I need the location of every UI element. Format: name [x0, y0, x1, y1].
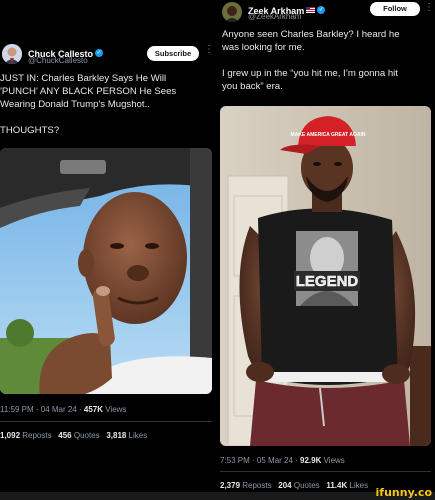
divider	[0, 421, 212, 422]
barkley-photo[interactable]	[0, 148, 212, 394]
quotes-stat[interactable]: 456 Quotes	[58, 431, 99, 440]
ifunny-watermark: ifunny.co	[375, 486, 432, 499]
hat-slogan-text: MAKE AMERICA GREAT AGAIN	[291, 132, 366, 138]
left-post: Chuck Callesto ✓ @ChuckCallesto Subscribe…	[0, 0, 218, 500]
verified-badge-icon: ✓	[95, 48, 104, 57]
shirt-legend-text: LEGEND	[296, 273, 359, 290]
tweet-text-line: THOUGHTS?	[0, 125, 60, 136]
follow-button[interactable]: Follow	[370, 2, 420, 16]
us-flag-icon	[306, 6, 316, 13]
tweet-text-line: JUST IN: Charles Barkley Says He Will	[0, 73, 167, 84]
views-label: Views	[321, 456, 345, 465]
tweet-text-line: I grew up in the “you hit me, I’m gonna …	[222, 68, 398, 79]
post-timestamp[interactable]: 11:59 PM · 04 Mar 24 ·	[0, 405, 84, 414]
right-post: Zeek Arkham ✓ @ZeekArkham Follow ⋮ Anyone…	[218, 0, 435, 500]
zeek-avatar[interactable]	[222, 2, 242, 22]
reposts-stat[interactable]: 1,092 Reposts	[0, 431, 52, 440]
author-handle[interactable]: @ChuckCallesto	[28, 56, 88, 65]
more-options-icon[interactable]: ⋮	[204, 44, 214, 55]
author-handle[interactable]: @ZeekArkham	[248, 12, 301, 21]
watermark-bar	[0, 492, 435, 500]
subscribe-button[interactable]: Subscribe	[147, 46, 199, 61]
tweet-text-line: you back” era.	[222, 81, 283, 92]
reposts-stat[interactable]: 2,379 Reposts	[220, 481, 272, 490]
tweet-text-line: Anyone seen Charles Barkley? I heard he	[222, 29, 400, 40]
zeek-photo[interactable]: LEGEND MAKE AMERICA GREAT AGAIN	[220, 106, 431, 446]
tweet-text-line: Wearing Donald Trump's Mugshot..	[0, 99, 150, 110]
views-count: 92.9K	[300, 456, 322, 465]
chuck-avatar[interactable]	[2, 44, 22, 64]
likes-stat[interactable]: 11.4K Likes	[326, 481, 368, 490]
post-timestamp[interactable]: 7:53 PM · 05 Mar 24 ·	[220, 456, 300, 465]
views-count: 457K	[83, 405, 104, 414]
likes-stat[interactable]: 3,818 Likes	[106, 431, 147, 440]
tweet-text-line: was looking for me.	[222, 42, 305, 53]
tweet-text-line: 'PUNCH' ANY BLACK PERSON He Sees	[0, 86, 177, 97]
divider	[220, 471, 431, 472]
quotes-stat[interactable]: 204 Quotes	[278, 481, 319, 490]
more-options-icon[interactable]: ⋮	[424, 2, 434, 13]
views-label: Views	[103, 405, 127, 414]
verified-badge-icon: ✓	[317, 5, 326, 14]
